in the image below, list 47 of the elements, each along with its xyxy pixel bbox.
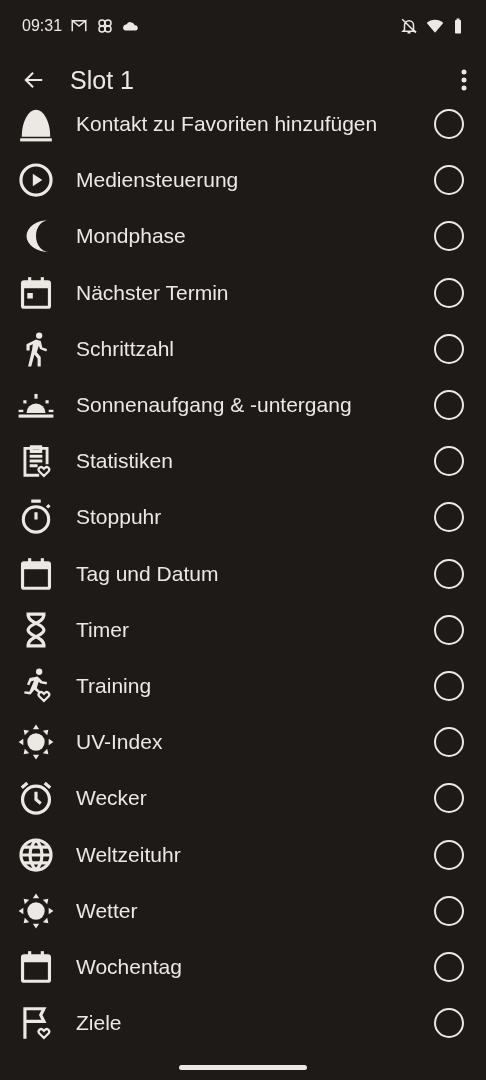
option-label: Tag und Datum bbox=[76, 561, 220, 586]
radio-button[interactable] bbox=[434, 614, 464, 645]
option-label: Timer bbox=[76, 617, 130, 642]
option-label: Ziele bbox=[76, 1011, 123, 1036]
sun-icon bbox=[17, 723, 55, 762]
wifi-icon bbox=[426, 17, 444, 35]
option-label: Wetter bbox=[76, 898, 139, 923]
option-label: Weltzeituhr bbox=[76, 842, 182, 867]
radio-button[interactable] bbox=[434, 109, 464, 140]
globe-icon bbox=[17, 835, 55, 874]
radio-button[interactable] bbox=[434, 165, 464, 196]
option-label: Wochentag bbox=[76, 954, 183, 979]
option-label: Mondphase bbox=[76, 224, 187, 249]
option-label: Nächster Termin bbox=[76, 280, 230, 305]
option-label: Sonnenaufgang & -untergang bbox=[76, 393, 353, 418]
radio-button[interactable] bbox=[434, 446, 464, 477]
dome-icon bbox=[17, 108, 55, 144]
pinwheel-icon bbox=[96, 17, 115, 35]
screen-title: Slot 1 bbox=[70, 65, 135, 95]
radio-button[interactable] bbox=[434, 390, 464, 421]
play-circle-icon bbox=[17, 161, 55, 200]
radio-button[interactable] bbox=[434, 670, 464, 701]
more-icon[interactable] bbox=[461, 69, 467, 91]
option-label: Training bbox=[76, 673, 153, 698]
radio-button[interactable] bbox=[434, 277, 464, 308]
option-label: Statistiken bbox=[76, 449, 174, 474]
option-label: Wecker bbox=[76, 786, 148, 811]
radio-button[interactable] bbox=[434, 502, 464, 533]
option-label: Schrittzahl bbox=[76, 336, 176, 361]
radio-button[interactable] bbox=[434, 727, 464, 758]
option-label: Mediensteuerung bbox=[76, 168, 240, 193]
battery-icon bbox=[452, 17, 464, 35]
bell-off-icon bbox=[400, 17, 418, 35]
option-label: UV-Index bbox=[76, 730, 164, 755]
back-arrow-icon[interactable] bbox=[23, 69, 45, 91]
radio-button[interactable] bbox=[434, 951, 464, 982]
sun-icon bbox=[17, 891, 55, 930]
radio-button[interactable] bbox=[434, 783, 464, 814]
radio-button[interactable] bbox=[434, 558, 464, 589]
radio-button[interactable] bbox=[434, 895, 464, 926]
radio-button[interactable] bbox=[434, 1008, 464, 1039]
option-label: Kontakt zu Favoriten hinzufügen bbox=[76, 112, 379, 137]
radio-button[interactable] bbox=[434, 221, 464, 252]
radio-button[interactable] bbox=[434, 839, 464, 870]
clock-time: 09:31 bbox=[22, 17, 63, 35]
option-label: Stoppuhr bbox=[76, 505, 163, 530]
radio-button[interactable] bbox=[434, 333, 464, 364]
